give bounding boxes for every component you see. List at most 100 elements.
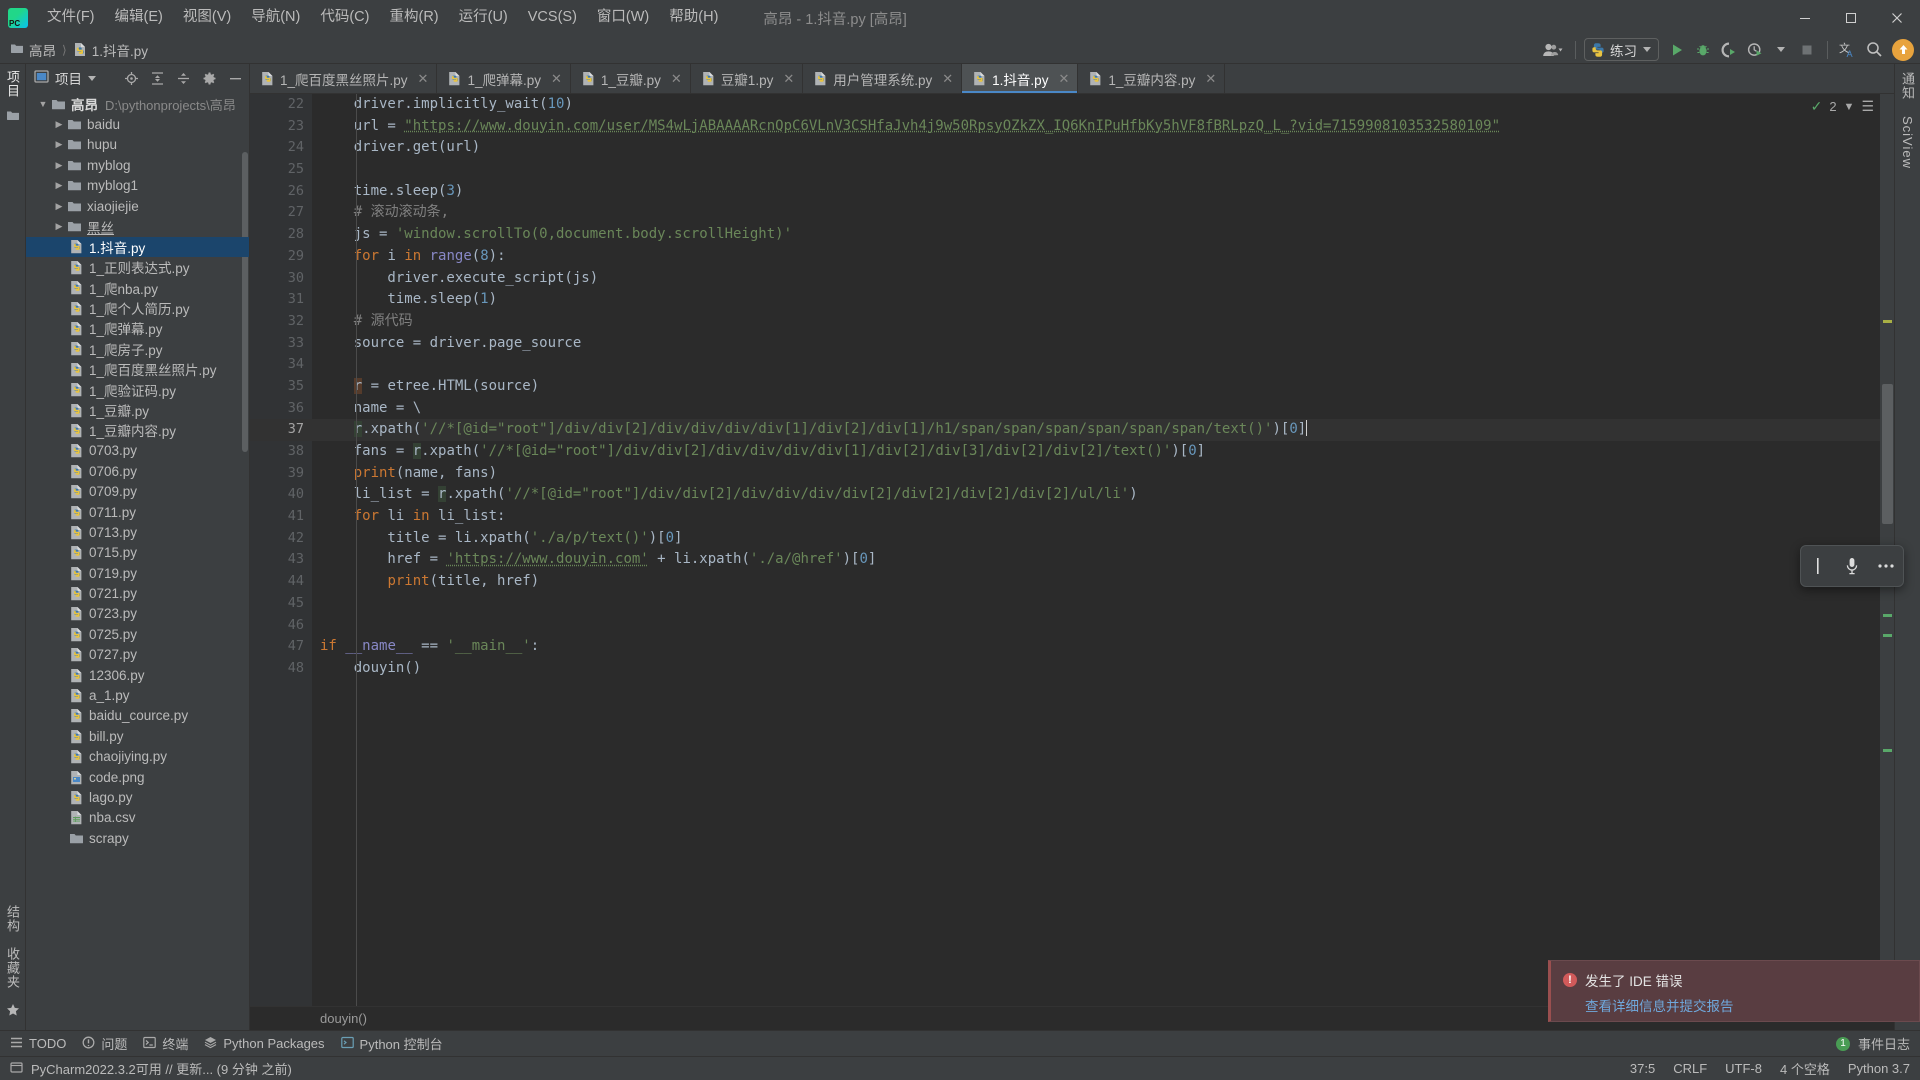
profile-button[interactable] — [1743, 38, 1767, 62]
tree-node-folder-baidu[interactable]: ▶ baidu — [26, 114, 249, 134]
menu-item-edit[interactable]: 编辑(E) — [106, 5, 172, 30]
marker-warning[interactable] — [1883, 320, 1892, 323]
close-icon[interactable]: ✕ — [1058, 71, 1069, 87]
line-number[interactable]: 33 — [250, 333, 312, 355]
code-line[interactable] — [312, 354, 1880, 376]
close-icon[interactable]: ✕ — [1205, 71, 1216, 87]
tree-node-file[interactable]: 1_爬验证码.py — [26, 379, 249, 399]
menu-item-file[interactable]: 文件(F) — [38, 5, 104, 30]
code-line[interactable]: # 滚动滚动条, — [312, 202, 1880, 224]
chevron-right-icon[interactable]: ▶ — [52, 119, 66, 130]
breadcrumb-project[interactable]: 高昂 — [10, 40, 56, 60]
search-icon[interactable] — [1862, 38, 1886, 62]
close-icon[interactable]: ✕ — [942, 71, 953, 87]
sidebar-item-structure[interactable]: 结构 — [3, 905, 22, 933]
line-number[interactable]: 36 — [250, 398, 312, 420]
code-line[interactable]: print(title, href) — [312, 571, 1880, 593]
folder-icon[interactable] — [6, 108, 20, 126]
tree-node-file[interactable]: 12306.py — [26, 665, 249, 685]
tree-node-file[interactable]: nba.csv — [26, 808, 249, 828]
notification-link[interactable]: 查看详细信息并提交报告 — [1585, 995, 1734, 1015]
code-line[interactable]: url = "https://www.douyin.com/user/MS4wL… — [312, 116, 1880, 138]
tree-node-file[interactable]: 1_爬个人简历.py — [26, 298, 249, 318]
code-line[interactable]: js = 'window.scrollTo(0,document.body.sc… — [312, 224, 1880, 246]
line-number[interactable]: 24 — [250, 137, 312, 159]
tree-node-folder-heisi[interactable]: ▶ 黑丝 — [26, 216, 249, 236]
line-number[interactable]: 26 — [250, 181, 312, 203]
tool-window-python-console[interactable]: Python 控制台 — [340, 1034, 443, 1053]
breadcrumb-file[interactable]: 1.抖音.py — [73, 40, 148, 60]
status-caret-position[interactable]: 37:5 — [1630, 1061, 1655, 1076]
scroll-from-source-icon[interactable] — [121, 68, 141, 88]
code-line[interactable]: time.sleep(1) — [312, 289, 1880, 311]
line-number[interactable]: 40 — [250, 484, 312, 506]
code-line[interactable]: r.xpath('//*[@id="root"]/div/div[2]/div/… — [312, 419, 1880, 441]
chevron-down-icon[interactable]: ▼ — [1844, 101, 1855, 113]
code-line[interactable]: if __name__ == '__main__': — [312, 636, 1880, 658]
code-line[interactable]: driver.get(url) — [312, 137, 1880, 159]
marker-change[interactable] — [1883, 614, 1892, 617]
line-number[interactable]: 46 — [250, 615, 312, 637]
line-number-gutter[interactable]: 22 23 24 25 26 27 28 29 30 31 32 33 34 35 36 37 38 39 40 41… — [250, 94, 325, 1006]
line-number[interactable]: 42 — [250, 528, 312, 550]
line-number[interactable]: 44 — [250, 571, 322, 593]
editor-scrollbar-thumb[interactable] — [1882, 384, 1893, 524]
line-number[interactable]: 45 — [250, 593, 312, 615]
line-number[interactable]: 29 — [250, 246, 322, 268]
tool-window-event-log[interactable]: 事件日志 — [1858, 1034, 1910, 1053]
line-number[interactable]: 48 — [250, 658, 312, 680]
code-line[interactable]: for li in li_list: — [312, 506, 1880, 528]
code-line[interactable]: # 源代码 — [312, 311, 1880, 333]
close-icon[interactable]: ✕ — [418, 71, 429, 87]
tree-node-folder-myblog1[interactable]: ▶ myblog1 — [26, 176, 249, 196]
tree-node-file[interactable]: 0713.py — [26, 522, 249, 542]
coverage-button[interactable] — [1717, 38, 1741, 62]
line-number[interactable]: 43 — [250, 549, 312, 571]
tree-node-file[interactable]: 0723.py — [26, 604, 249, 624]
debug-button[interactable] — [1691, 38, 1715, 62]
inspection-menu-icon[interactable]: ☰ — [1861, 98, 1874, 115]
tree-node-file[interactable]: 1_爬nba.py — [26, 278, 249, 298]
menu-item-run[interactable]: 运行(U) — [450, 5, 517, 30]
more-options-icon[interactable] — [1873, 553, 1899, 579]
tree-node-file[interactable]: a_1.py — [26, 685, 249, 705]
tree-node-file[interactable]: code.png — [26, 767, 249, 787]
status-interpreter[interactable]: Python 3.7 — [1848, 1061, 1910, 1076]
menu-item-code[interactable]: 代码(C) — [311, 5, 378, 30]
close-button[interactable] — [1874, 0, 1920, 36]
tree-node-file[interactable]: 1_爬弹幕.py — [26, 318, 249, 338]
line-number[interactable]: 38 — [250, 441, 312, 463]
tree-node-folder-hupu[interactable]: ▶ hupu — [26, 135, 249, 155]
editor-tab[interactable]: 1_豆瓣.py ✕ — [571, 64, 691, 93]
run-configuration-selector[interactable]: 练习 — [1584, 38, 1659, 61]
tree-node-file[interactable]: 1_豆瓣.py — [26, 400, 249, 420]
line-number[interactable]: 23 — [250, 116, 312, 138]
tree-node-file[interactable]: 0719.py — [26, 563, 249, 583]
tree-node-file[interactable]: 0706.py — [26, 461, 249, 481]
tree-node-file[interactable]: 1_爬百度黑丝照片.py — [26, 359, 249, 379]
editor-tab[interactable]: 1_爬弹幕.py ✕ — [437, 64, 571, 93]
sidebar-item-favorites[interactable]: 收藏夹 — [3, 947, 22, 989]
line-number[interactable]: 47 — [250, 636, 325, 658]
line-number[interactable]: 35 — [250, 376, 312, 398]
translate-icon[interactable]: 文 A — [1836, 38, 1860, 62]
tree-node-file[interactable]: 0703.py — [26, 441, 249, 461]
editor-tab[interactable]: 1.抖音.py ✕ — [962, 64, 1079, 93]
close-icon[interactable]: ✕ — [671, 71, 682, 87]
sidebar-item-notifications[interactable]: 通知 — [1898, 72, 1917, 100]
line-number[interactable]: 27 — [250, 202, 312, 224]
chevron-right-icon[interactable]: ▶ — [52, 160, 66, 171]
project-tree[interactable]: ▼ 高昂 D:\pythonprojects\高昂 ▶ baidu ▶ hupu… — [26, 92, 249, 1030]
tree-node-file[interactable]: 1_豆瓣内容.py — [26, 420, 249, 440]
close-icon[interactable]: ✕ — [783, 71, 794, 87]
menu-item-vcs[interactable]: VCS(S) — [519, 5, 586, 30]
status-line-separator[interactable]: CRLF — [1673, 1061, 1707, 1076]
tool-window-todo[interactable]: TODO — [10, 1036, 66, 1052]
tree-node-file[interactable]: 0715.py — [26, 543, 249, 563]
tree-node-file[interactable]: baidu_cource.py — [26, 706, 249, 726]
line-number[interactable]: 39 — [250, 463, 312, 485]
code-line[interactable]: href = 'https://www.douyin.com' + li.xpa… — [312, 549, 1880, 571]
code-line[interactable]: li_list = r.xpath('//*[@id="root"]/div/d… — [312, 484, 1880, 506]
code-line[interactable]: print(name, fans) — [312, 463, 1880, 485]
tree-node-folder-myblog[interactable]: ▶ myblog — [26, 155, 249, 175]
